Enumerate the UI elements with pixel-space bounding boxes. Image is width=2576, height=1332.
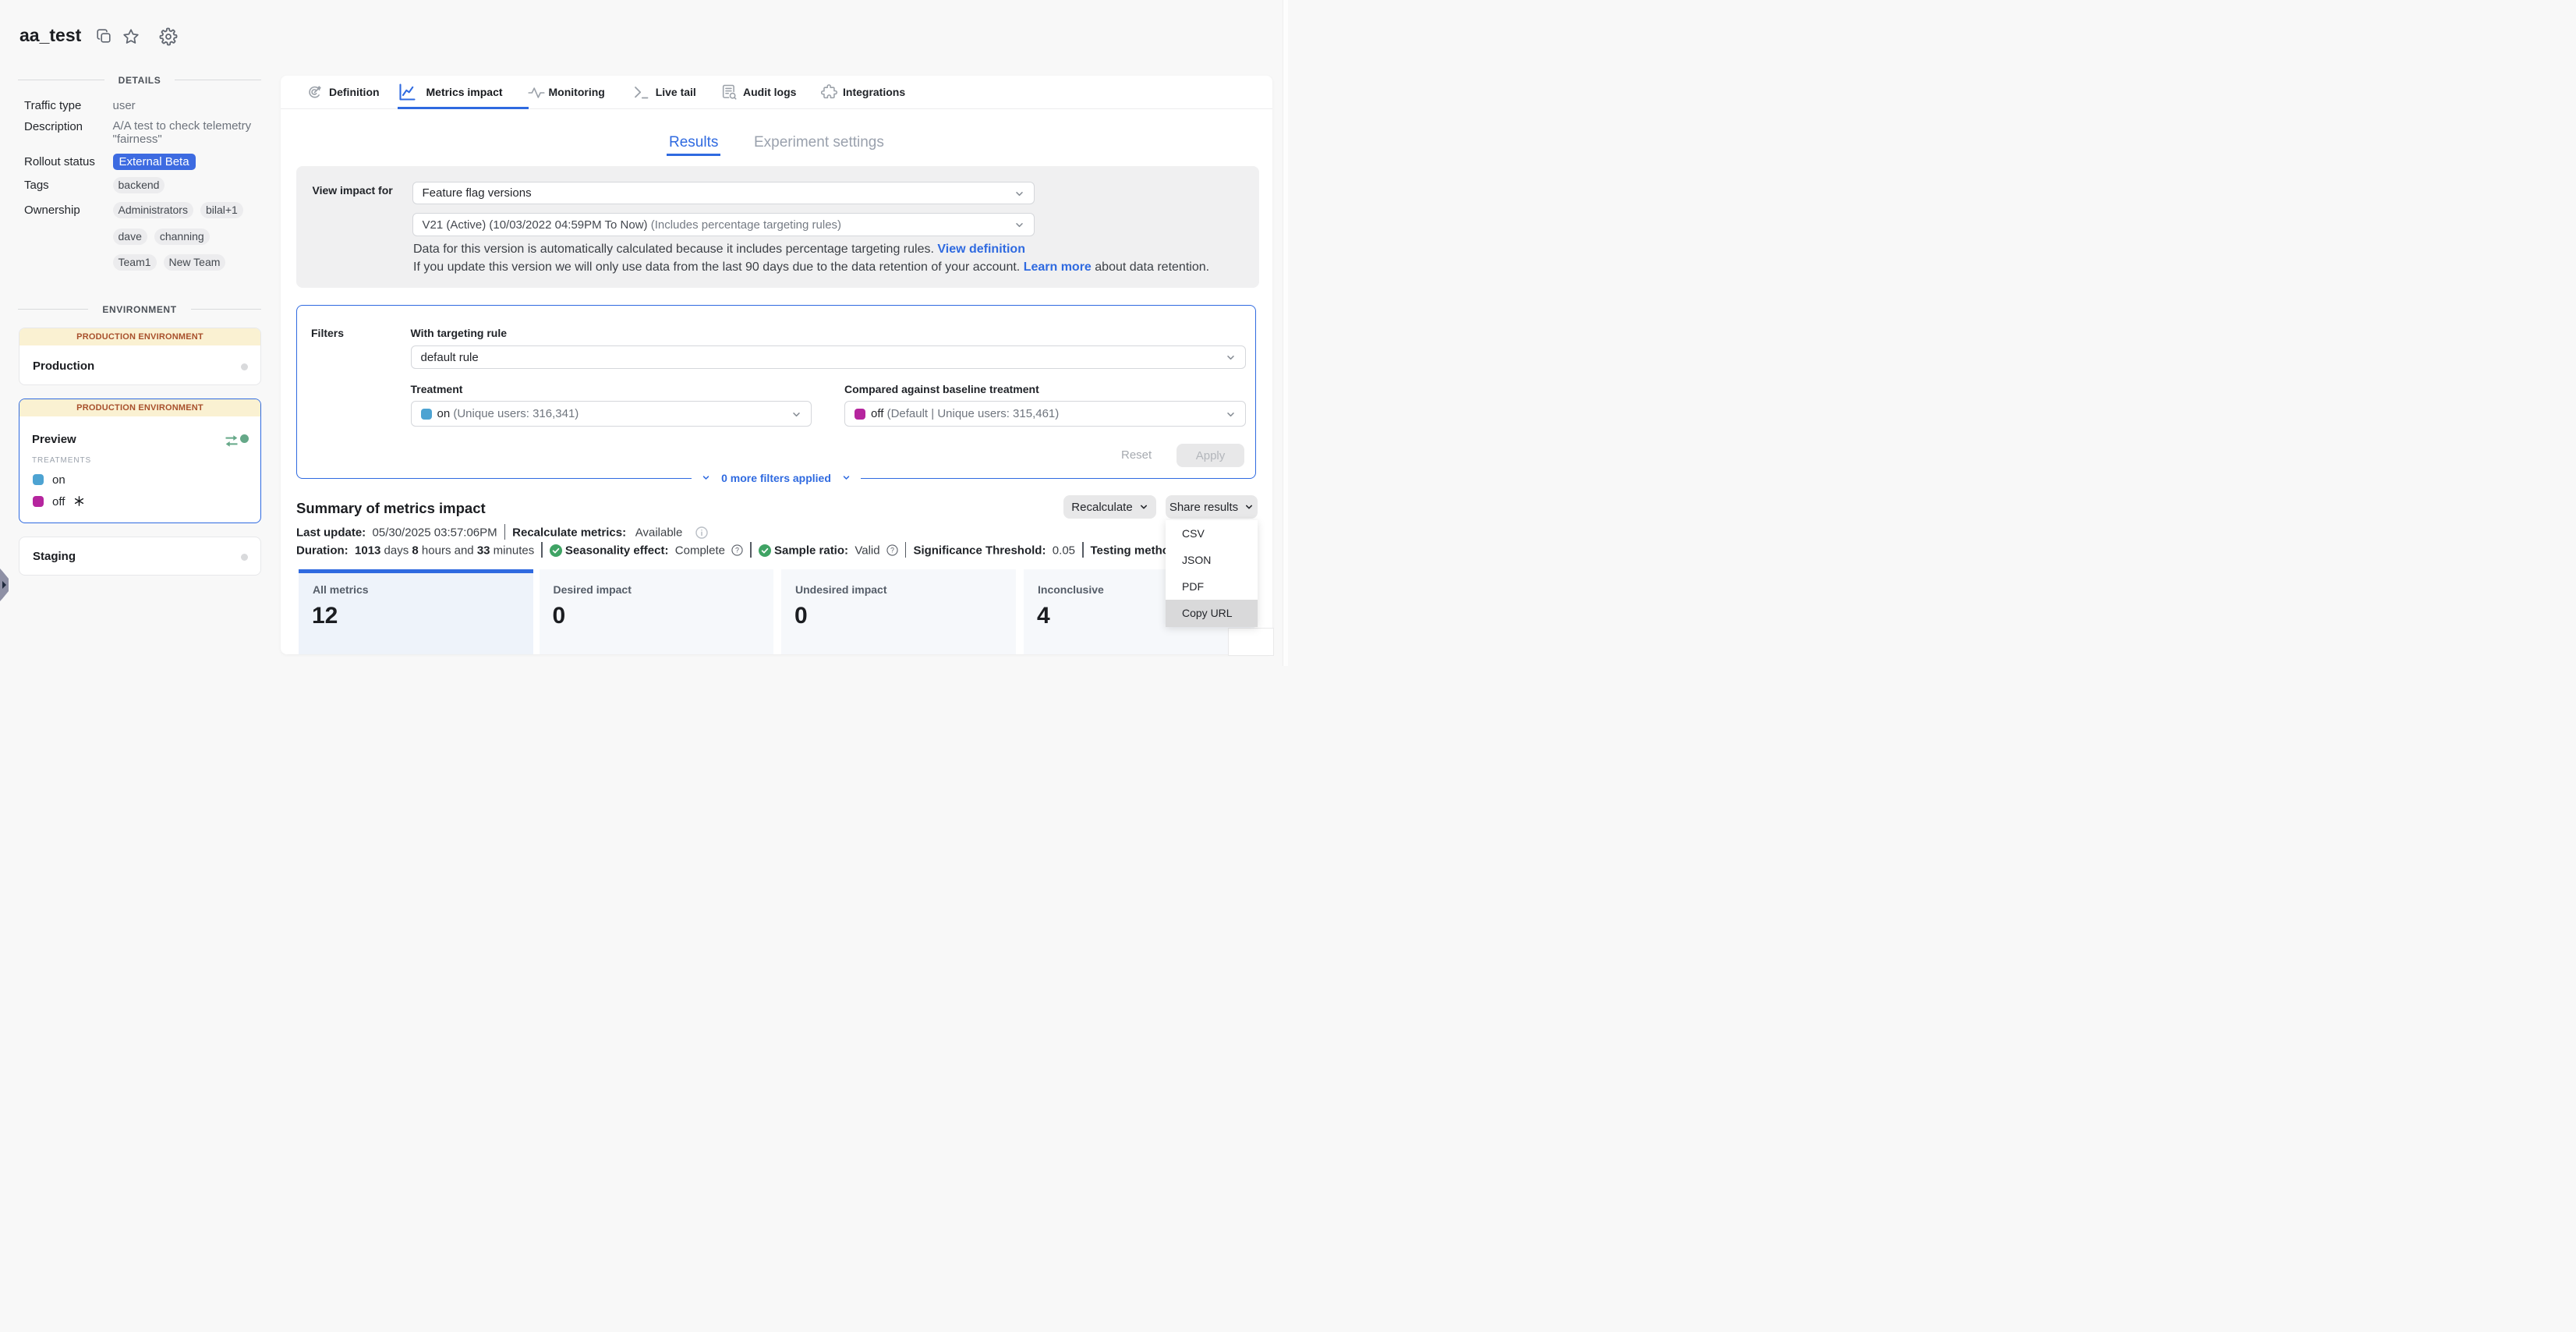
svg-text:?: ?: [735, 547, 739, 554]
svg-text:?: ?: [890, 547, 894, 554]
